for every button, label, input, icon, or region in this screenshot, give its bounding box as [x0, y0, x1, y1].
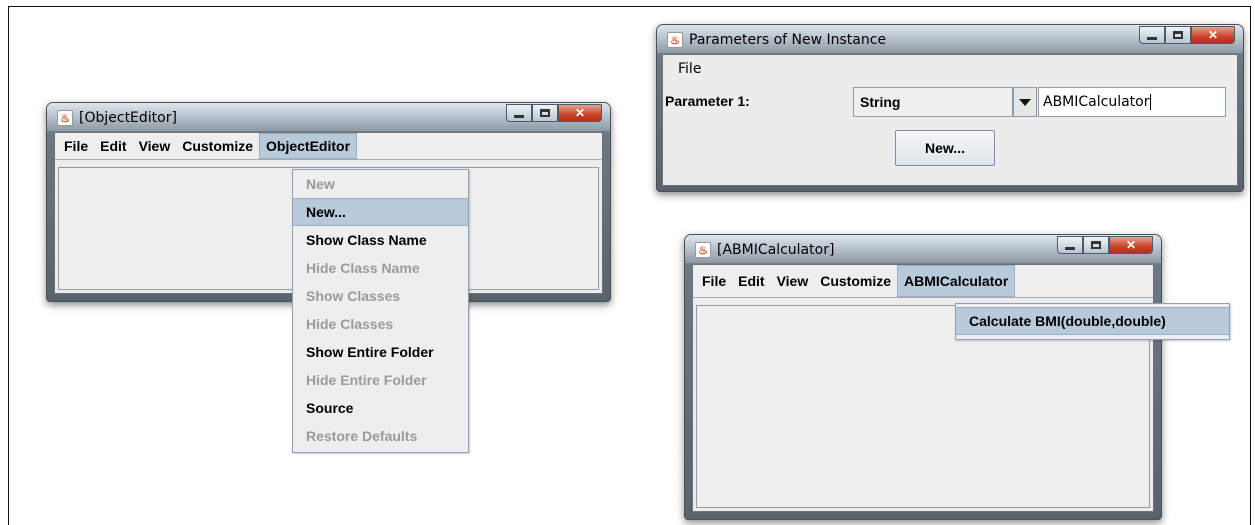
maximize-icon[interactable]: [532, 104, 558, 122]
window-controls: ✕: [1057, 236, 1153, 254]
parameters-dialog: ♨ Parameters of New Instance ✕ File Para…: [656, 24, 1244, 192]
menu-file[interactable]: File: [666, 55, 707, 82]
menu-abmicalculator[interactable]: ABMICalculator: [897, 265, 1016, 297]
window-title: [ABMICalculator]: [717, 242, 835, 258]
menu-item-new-dialog[interactable]: New...: [293, 198, 468, 226]
menu-view[interactable]: View: [133, 133, 177, 159]
maximize-icon[interactable]: [1083, 236, 1109, 254]
menu-item-restore-defaults: Restore Defaults: [306, 428, 418, 444]
java-app-icon: ♨: [695, 242, 711, 258]
type-select[interactable]: String: [853, 87, 1013, 117]
new-instance-button[interactable]: New...: [895, 130, 995, 166]
minimize-icon[interactable]: [1139, 26, 1165, 44]
maximize-icon[interactable]: [1165, 26, 1191, 44]
parameter-value-text: ABMICalculator: [1043, 94, 1150, 110]
abmi-calculator-window: ♨ [ABMICalculator] ✕ File Edit View Cust…: [684, 234, 1162, 520]
menu-edit[interactable]: Edit: [94, 133, 132, 159]
menu-customize[interactable]: Customize: [814, 265, 897, 297]
menu-item-source[interactable]: Source: [293, 394, 468, 422]
close-icon[interactable]: ✕: [558, 104, 602, 122]
window-controls: ✕: [506, 104, 602, 122]
desktop-frame: ♨ [ObjectEditor] ✕ File Edit View Custom…: [8, 6, 1251, 525]
close-icon[interactable]: ✕: [1109, 236, 1153, 254]
menu-view[interactable]: View: [771, 265, 815, 297]
client-area: File Parameter 1: String ABMICalculator …: [662, 54, 1238, 186]
menu-item-new: New: [306, 176, 335, 192]
chevron-down-icon[interactable]: [1013, 87, 1037, 117]
close-icon[interactable]: ✕: [1191, 26, 1235, 44]
client-area: File Edit View Customize ABMICalculator: [692, 264, 1154, 512]
menu-item-show-entire-folder[interactable]: Show Entire Folder: [293, 338, 468, 366]
minimize-icon[interactable]: [1057, 236, 1083, 254]
text-caret: [1150, 94, 1152, 110]
menu-customize[interactable]: Customize: [176, 133, 259, 159]
menu-item-hide-entire-folder: Hide Entire Folder: [306, 372, 427, 388]
menu-file[interactable]: File: [696, 265, 732, 297]
minimize-icon[interactable]: [506, 104, 532, 122]
java-app-icon: ♨: [57, 110, 73, 126]
menu-item-show-classes: Show Classes: [306, 288, 401, 304]
menu-edit[interactable]: Edit: [732, 265, 770, 297]
java-app-icon: ♨: [667, 32, 683, 48]
menu-bar: File Edit View Customize ObjectEditor: [55, 133, 602, 160]
objecteditor-menu-popup: New New... Show Class Name Hide Class Na…: [292, 169, 469, 453]
menu-item-hide-classes: Hide Classes: [306, 316, 394, 332]
parameter-value-input[interactable]: ABMICalculator: [1038, 87, 1226, 117]
menu-item-hide-class-name: Hide Class Name: [306, 260, 420, 276]
menu-file[interactable]: File: [58, 133, 94, 159]
menu-item-calculate-bmi[interactable]: Calculate BMI(double,double): [956, 307, 1229, 335]
menu-item-show-class-name[interactable]: Show Class Name: [293, 226, 468, 254]
parameter-label: Parameter 1:: [665, 93, 750, 109]
menu-bar: File Edit View Customize ABMICalculator: [693, 265, 1153, 298]
menu-objecteditor[interactable]: ObjectEditor: [259, 133, 358, 159]
window-controls: ✕: [1139, 26, 1235, 44]
window-title: Parameters of New Instance: [689, 32, 887, 48]
menu-bar: File: [663, 55, 1237, 82]
abmicalculator-menu-popup: Calculate BMI(double,double): [955, 303, 1230, 340]
window-title: [ObjectEditor]: [79, 110, 177, 126]
